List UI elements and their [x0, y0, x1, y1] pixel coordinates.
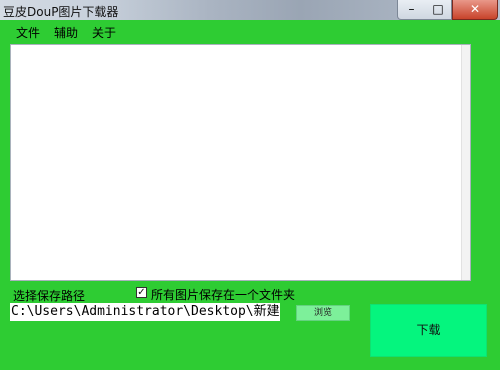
save-path-input[interactable]: C:\Users\Administrator\Desktop\新建文件 — [10, 303, 280, 321]
menu-item-about[interactable]: 关于 — [92, 24, 116, 41]
close-button[interactable]: ✕ — [452, 0, 498, 20]
maximize-button[interactable]: □ — [425, 0, 452, 20]
checkmark-icon: ✓ — [137, 287, 146, 298]
minimize-icon: – — [408, 2, 415, 16]
save-path-label: 选择保存路径 — [13, 289, 86, 303]
download-button[interactable]: 下载 — [370, 304, 487, 357]
title-bar: 豆皮DouP图片下载器 – □ ✕ — [0, 0, 500, 20]
single-folder-checkbox[interactable]: ✓ — [136, 287, 147, 298]
close-icon: ✕ — [469, 2, 481, 16]
maximize-icon: □ — [432, 2, 444, 16]
single-folder-checkbox-label[interactable]: 所有图片保存在一个文件夹 — [151, 286, 295, 303]
browse-button[interactable]: 浏览 — [296, 305, 350, 321]
menu-item-file[interactable]: 文件 — [16, 24, 40, 41]
vertical-scrollbar[interactable] — [461, 45, 470, 280]
menu-item-assist[interactable]: 辅助 — [54, 24, 78, 41]
log-output-area[interactable] — [10, 44, 471, 281]
window-title: 豆皮DouP图片下载器 — [3, 5, 119, 19]
minimize-button[interactable]: – — [397, 0, 426, 20]
main-window: 豆皮DouP图片下载器 – □ ✕ 文件 辅助 关于 选择保存路径 ✓ 所有图片… — [0, 0, 500, 370]
